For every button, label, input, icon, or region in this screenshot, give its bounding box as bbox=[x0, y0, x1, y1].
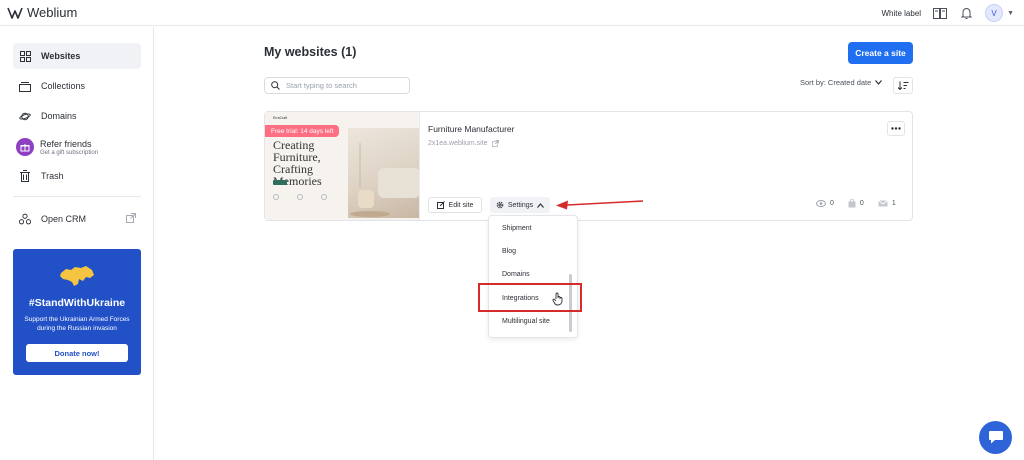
more-options-button[interactable] bbox=[887, 121, 905, 136]
stack-icon bbox=[19, 80, 31, 92]
crm-nodes-icon bbox=[19, 213, 31, 225]
top-bar: Weblium White label V ▼ bbox=[0, 0, 1024, 26]
menu-item-blog[interactable]: Blog bbox=[502, 248, 516, 255]
sidebar-divider bbox=[13, 196, 141, 197]
thumbnail-feature-icon bbox=[321, 194, 327, 200]
hand-cursor-icon bbox=[552, 292, 563, 306]
envelope-icon bbox=[878, 200, 888, 207]
ellipsis-icon bbox=[891, 127, 901, 130]
white-label-link[interactable]: White label bbox=[881, 9, 921, 18]
sidebar-item-label: Websites bbox=[41, 51, 81, 61]
stand-with-ukraine-banner: #StandWithUkraine Support the Ukrainian … bbox=[13, 249, 141, 375]
sort-dropdown[interactable]: Sort by: Created date bbox=[800, 78, 883, 87]
user-avatar[interactable]: V bbox=[985, 4, 1004, 22]
sidebar-item-label: Collections bbox=[41, 81, 86, 91]
thumbnail-nav: ErraCraft bbox=[273, 116, 288, 120]
page-title: My websites (1) bbox=[264, 45, 357, 59]
chevron-down-icon bbox=[875, 80, 883, 85]
planet-icon bbox=[19, 110, 31, 122]
eye-icon bbox=[816, 200, 826, 207]
search-icon bbox=[271, 81, 280, 90]
sort-label: Sort by: Created date bbox=[800, 78, 872, 87]
sidebar-item-refer-friends[interactable]: Refer friends Get a gift subscription bbox=[13, 134, 141, 160]
external-link-icon bbox=[491, 140, 499, 147]
orders-count: 0 bbox=[859, 200, 864, 207]
thumbnail-feature-icon bbox=[297, 194, 303, 200]
search-box[interactable] bbox=[264, 77, 410, 94]
thumbnail-button bbox=[273, 180, 287, 185]
create-site-button[interactable]: Create a site bbox=[848, 42, 913, 64]
sidebar-item-label: Domains bbox=[41, 111, 77, 121]
chevron-down-icon[interactable]: ▼ bbox=[1007, 10, 1014, 17]
edit-site-button[interactable]: Edit site bbox=[428, 197, 482, 213]
menu-item-domains[interactable]: Domains bbox=[502, 271, 530, 278]
external-link-icon bbox=[126, 213, 136, 223]
sidebar-item-domains[interactable]: Domains bbox=[13, 103, 141, 129]
messages-count: 1 bbox=[891, 200, 896, 207]
annotation-arrow bbox=[556, 200, 644, 210]
settings-label: Settings bbox=[507, 201, 534, 209]
logo-text: Weblium bbox=[27, 5, 78, 20]
trial-badge: Free trial: 14 days left bbox=[265, 125, 339, 137]
settings-dropdown-menu: Shipment Blog Domains Integrations Multi… bbox=[488, 215, 578, 338]
sidebar-item-open-crm[interactable]: Open CRM bbox=[13, 206, 141, 232]
ukraine-tag: #StandWithUkraine bbox=[28, 297, 126, 309]
views-stat: 0 bbox=[816, 199, 834, 208]
sidebar-item-label: Trash bbox=[41, 171, 64, 181]
sidebar-item-trash[interactable]: Trash bbox=[13, 163, 141, 189]
chevron-up-icon bbox=[537, 202, 545, 208]
sort-descending-icon bbox=[897, 81, 908, 90]
edit-icon bbox=[436, 201, 445, 209]
site-url-link[interactable]: 2x1ea.weblium.site bbox=[428, 140, 499, 147]
messages-stat: 1 bbox=[878, 199, 896, 208]
thumbnail-feature-icon bbox=[273, 194, 279, 200]
trash-icon bbox=[19, 170, 31, 182]
sidebar: Websites Collections Domains Refer frien… bbox=[0, 27, 154, 460]
grid-icon bbox=[19, 50, 31, 62]
shopping-bag-icon bbox=[848, 199, 856, 208]
ukraine-map-icon bbox=[60, 266, 94, 286]
sort-direction-button[interactable] bbox=[893, 77, 913, 94]
site-stats: 0 0 1 bbox=[816, 199, 896, 208]
menu-item-shipment[interactable]: Shipment bbox=[502, 225, 532, 232]
weblium-logo[interactable]: Weblium bbox=[7, 5, 77, 20]
gift-icon bbox=[16, 138, 34, 156]
site-name: Furniture Manufacturer bbox=[428, 124, 515, 134]
ukraine-description: Support the Ukrainian Armed Forces durin… bbox=[24, 316, 130, 332]
search-input[interactable] bbox=[286, 81, 396, 90]
gear-icon bbox=[496, 201, 504, 209]
bell-icon[interactable] bbox=[959, 6, 973, 20]
book-icon[interactable] bbox=[933, 6, 948, 20]
menu-item-multilingual-site[interactable]: Multilingual site bbox=[502, 318, 550, 325]
views-count: 0 bbox=[830, 200, 834, 207]
sidebar-item-websites[interactable]: Websites bbox=[13, 43, 141, 69]
sidebar-item-collections[interactable]: Collections bbox=[13, 73, 141, 99]
weblium-logo-icon bbox=[7, 7, 23, 19]
edit-site-label: Edit site bbox=[448, 201, 474, 209]
orders-stat: 0 bbox=[848, 199, 864, 208]
site-url: 2x1ea.weblium.site bbox=[428, 140, 488, 147]
settings-button[interactable]: Settings bbox=[490, 197, 550, 213]
refer-title: Refer friends bbox=[40, 138, 92, 149]
refer-subtitle: Get a gift subscription bbox=[40, 149, 99, 156]
site-thumbnail[interactable]: ErraCraft Free trial: 14 days left Creat… bbox=[265, 112, 420, 220]
donate-button[interactable]: Donate now! bbox=[26, 344, 128, 362]
integrations-highlight-box bbox=[478, 283, 582, 312]
sidebar-item-label: Open CRM bbox=[41, 214, 87, 224]
chat-bubble-icon bbox=[988, 431, 1003, 444]
chat-widget-button[interactable] bbox=[979, 421, 1012, 454]
